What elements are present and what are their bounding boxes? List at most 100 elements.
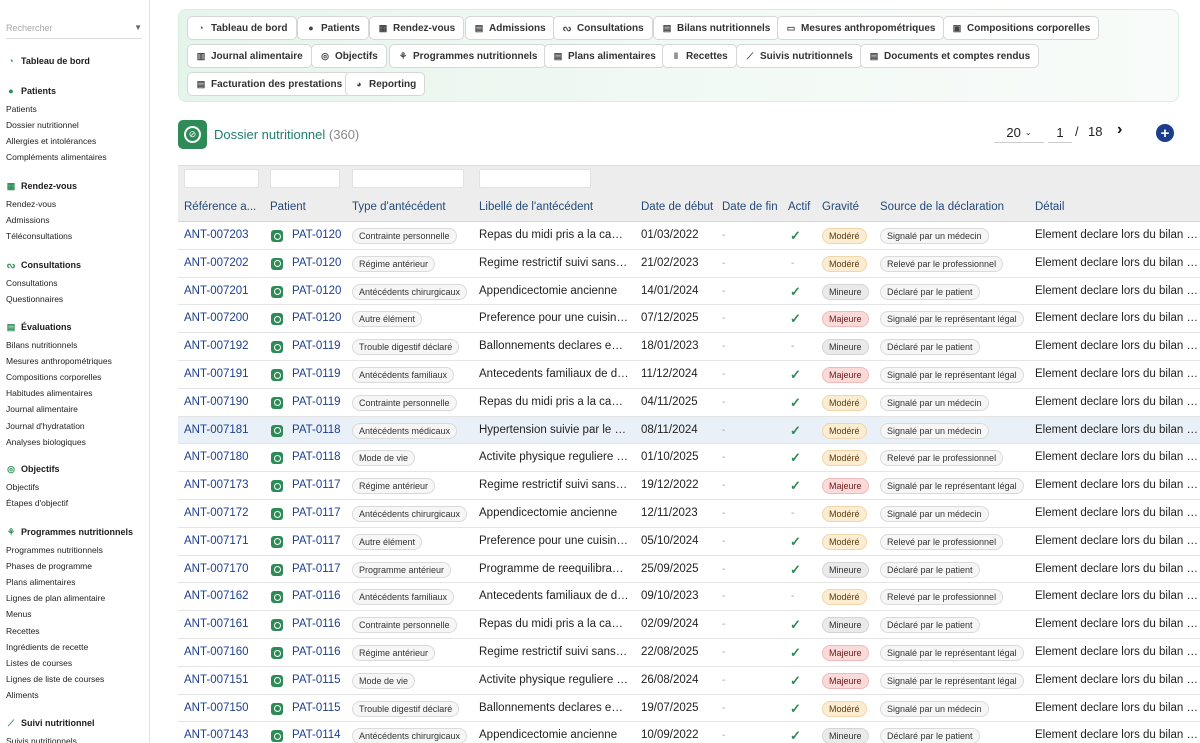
reference-link[interactable]: ANT-007162 [184,590,264,602]
reference-link[interactable]: ANT-007180 [184,451,264,463]
sidebar-group[interactable]: ⚘ Programmes nutritionnels [6,527,133,538]
sidebar-group[interactable]: ◔ Tableau de bord [6,56,90,66]
reference-link[interactable]: ANT-007181 [184,424,264,436]
sidebar-item[interactable]: Recettes [6,626,40,636]
sidebar-item[interactable]: Menus [6,609,32,619]
nav-objectifs-button[interactable]: ◎ Objectifs [311,44,387,68]
add-record-button[interactable]: + [1156,124,1174,142]
sidebar-group[interactable]: ▦ Rendez-vous [6,181,77,192]
table-row[interactable]: ANT-007190 PAT-0119 Contrainte personnelle… [178,389,1200,417]
reference-link[interactable]: ANT-007173 [184,479,264,491]
chevron-down-icon[interactable]: ▼ [134,23,142,32]
column-header[interactable]: Source de la déclaration [880,201,1030,213]
sidebar-item[interactable]: Compositions corporelles [6,372,101,382]
nav-recettes-button[interactable]: ǁ Recettes [662,44,737,68]
sidebar-item[interactable]: Suivis nutritionnels [6,736,77,743]
column-header[interactable]: Actif [788,201,818,213]
table-row[interactable]: ANT-007170 PAT-0117 Programme antérieur Pro… [178,556,1200,584]
table-row[interactable]: ANT-007173 PAT-0117 Régime antérieur Regime… [178,472,1200,500]
patient-link[interactable]: PAT-0117 [292,563,350,575]
sidebar-group[interactable]: ⟋ Suivi nutritionnel [6,718,95,729]
next-page-icon[interactable]: › [1117,121,1122,139]
patient-link[interactable]: PAT-0116 [292,590,350,602]
nav-bilans-nutritionnels-button[interactable]: ▤ Bilans nutritionnels [653,16,780,40]
nav-plans-alimentaires-button[interactable]: ▤ Plans alimentaires [544,44,665,68]
table-row[interactable]: ANT-007200 PAT-0120 Autre élément Preferenc… [178,305,1200,334]
column-header[interactable]: Date de début [641,201,719,213]
nav-suivis-nutritionnels-button[interactable]: ⟋ Suivis nutritionnels [736,44,862,68]
sidebar-item[interactable]: Listes de courses [6,658,72,668]
nav-tableau-de-bord-button[interactable]: ◔ Tableau de bord [187,16,297,40]
nav-mesures-anthropom-triques-button[interactable]: ▭ Mesures anthropométriques [777,16,945,40]
patient-link[interactable]: PAT-0116 [292,646,350,658]
nav-programmes-nutritionnels-button[interactable]: ⚘ Programmes nutritionnels [389,44,547,68]
sidebar-group[interactable]: ▤ Évaluations [6,322,72,333]
patient-link[interactable]: PAT-0114 [292,729,350,741]
nav-journal-alimentaire-button[interactable]: ▥ Journal alimentaire [187,44,312,68]
sidebar-item[interactable]: Téléconsultations [6,231,72,241]
patient-link[interactable]: PAT-0117 [292,535,350,547]
current-page-input[interactable]: 1 [1048,123,1072,143]
table-row[interactable]: ANT-007180 PAT-0118 Mode de vie Activite ph… [178,444,1200,473]
reference-link[interactable]: ANT-007192 [184,340,264,352]
patient-link[interactable]: PAT-0120 [292,312,350,324]
reference-link[interactable]: ANT-007151 [184,674,264,686]
reference-link[interactable]: ANT-007201 [184,285,264,297]
nav-admissions-button[interactable]: ▤ Admissions [465,16,555,40]
reference-link[interactable]: ANT-007160 [184,646,264,658]
sidebar-item[interactable]: Lignes de plan alimentaire [6,593,105,603]
sidebar-item[interactable]: Phases de programme [6,561,92,571]
column-header[interactable]: Référence a... [184,201,264,213]
table-row[interactable]: ANT-007203 PAT-0120 Contrainte personnelle… [178,222,1200,250]
reference-link[interactable]: ANT-007170 [184,563,264,575]
table-row[interactable]: ANT-007192 PAT-0119 Trouble digestif décla… [178,333,1200,361]
patient-link[interactable]: PAT-0120 [292,285,350,297]
patient-link[interactable]: PAT-0119 [292,396,350,408]
table-row[interactable]: ANT-007162 PAT-0116 Antécédents familiaux A… [178,583,1200,612]
column-header[interactable]: Type d'antécédent [352,201,474,213]
nav-documents-et-comptes-rendus-button[interactable]: ▤ Documents et comptes rendus [860,44,1040,68]
table-row[interactable]: ANT-007171 PAT-0117 Autre élément Preferenc… [178,528,1200,556]
table-row[interactable]: ANT-007151 PAT-0115 Mode de vie Activite ph… [178,667,1200,695]
sidebar-item[interactable]: Compléments alimentaires [6,152,107,162]
patient-link[interactable]: PAT-0118 [292,451,350,463]
sidebar-item[interactable]: Ingrédients de recette [6,642,88,652]
patient-link[interactable]: PAT-0117 [292,479,350,491]
table-row[interactable]: ANT-007201 PAT-0120 Antécédents chirurgica… [178,278,1200,306]
sidebar-item[interactable]: Rendez-vous [6,199,56,209]
table-row[interactable]: ANT-007161 PAT-0116 Contrainte personnelle… [178,611,1200,639]
sidebar-item[interactable]: Dossier nutritionnel [6,120,79,130]
patient-link[interactable]: PAT-0120 [292,257,350,269]
column-filter-input[interactable] [184,169,259,188]
patient-link[interactable]: PAT-0117 [292,507,350,519]
column-header[interactable]: Détail [1035,201,1200,213]
sidebar-item[interactable]: Lignes de liste de courses [6,674,104,684]
patient-link[interactable]: PAT-0116 [292,618,350,630]
patient-link[interactable]: PAT-0120 [292,229,350,241]
table-row[interactable]: ANT-007172 PAT-0117 Antécédents chirurgica… [178,500,1200,528]
column-header[interactable]: Patient [270,201,348,213]
sidebar-item[interactable]: Consultations [6,278,58,288]
sidebar-item[interactable]: Plans alimentaires [6,577,75,587]
reference-link[interactable]: ANT-007161 [184,618,264,630]
sidebar-search-select[interactable]: Rechercher ▼ [6,17,142,39]
sidebar-item[interactable]: Allergies et intolérances [6,136,96,146]
reference-link[interactable]: ANT-007190 [184,396,264,408]
table-row[interactable]: ANT-007191 PAT-0119 Antécédents familiaux A… [178,361,1200,389]
nav-facturation-des-prestations-button[interactable]: ▤ Facturation des prestations [187,72,352,96]
sidebar-group[interactable]: ◎ Objectifs [6,464,59,475]
sidebar-item[interactable]: Questionnaires [6,294,63,304]
reference-link[interactable]: ANT-007202 [184,257,264,269]
table-row[interactable]: ANT-007181 PAT-0118 Antécédents médicaux Hy… [178,416,1200,445]
nav-rendez-vous-button[interactable]: ▦ Rendez-vous [369,16,465,40]
sidebar-item[interactable]: Analyses biologiques [6,437,86,447]
table-row[interactable]: ANT-007150 PAT-0115 Trouble digestif décla… [178,695,1200,723]
sidebar-item[interactable]: Habitudes alimentaires [6,388,92,398]
reference-link[interactable]: ANT-007203 [184,229,264,241]
reference-link[interactable]: ANT-007200 [184,312,264,324]
sidebar-item[interactable]: Programmes nutritionnels [6,545,103,555]
sidebar-item[interactable]: Étapes d'objectif [6,498,68,508]
reference-link[interactable]: ANT-007150 [184,702,264,714]
patient-link[interactable]: PAT-0119 [292,368,350,380]
patient-link[interactable]: PAT-0115 [292,702,350,714]
